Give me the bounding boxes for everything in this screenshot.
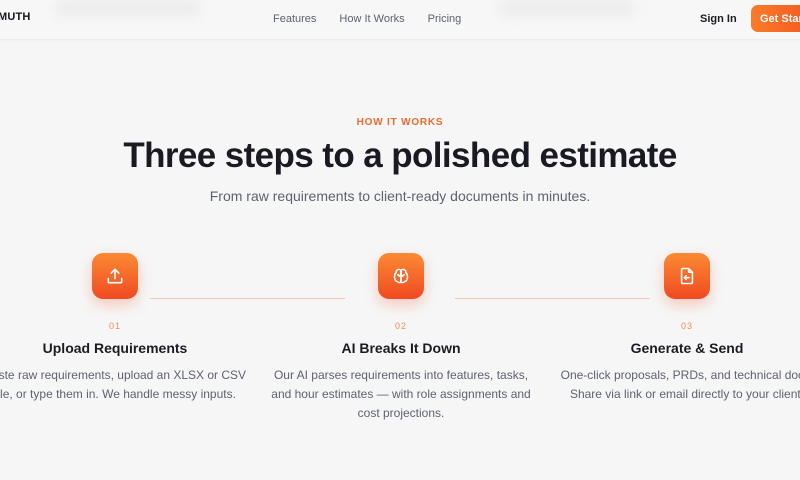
blurred-decoration — [500, 0, 635, 16]
step-card-generate: 03 Generate & Send One-click proposals, … — [537, 253, 800, 404]
step-number: 02 — [394, 321, 407, 331]
nav-link-features[interactable]: Features — [273, 13, 316, 25]
nav-link-pricing[interactable]: Pricing — [428, 13, 462, 25]
step-number: 03 — [680, 321, 693, 331]
step-card-upload: 01 Upload Requirements Paste raw require… — [0, 253, 265, 404]
step-description: One-click proposals, PRDs, and technical… — [560, 368, 800, 401]
step-number: 01 — [108, 321, 121, 331]
main-nav: Features How It Works Pricing — [273, 13, 484, 25]
nav-link-how-it-works[interactable]: How It Works — [339, 13, 404, 25]
step-title: Upload Requirements — [42, 340, 188, 356]
step-title: Generate & Send — [630, 340, 744, 356]
section-eyebrow: HOW IT WORKS — [356, 117, 444, 128]
step-description: Our AI parses requirements into features… — [271, 368, 531, 420]
upload-icon — [92, 253, 138, 299]
step-card-ai: 02 AI Breaks It Down Our AI parses requi… — [251, 253, 551, 423]
blurred-decoration — [55, 0, 200, 16]
section-subtitle: From raw requirements to client-ready do… — [209, 188, 591, 204]
section-title: Three steps to a polished estimate — [123, 136, 677, 175]
document-send-icon — [664, 253, 710, 299]
brain-icon — [378, 253, 424, 299]
sign-in-link[interactable]: Sign In — [700, 13, 737, 25]
brand-logo[interactable]: MUTH — [0, 11, 31, 23]
get-started-button[interactable]: Get Started — [751, 5, 800, 32]
step-description: Paste raw requirements, upload an XLSX o… — [0, 368, 247, 401]
step-title: AI Breaks It Down — [341, 340, 461, 356]
top-navbar: MUTH Features How It Works Pricing Sign … — [0, 0, 800, 40]
